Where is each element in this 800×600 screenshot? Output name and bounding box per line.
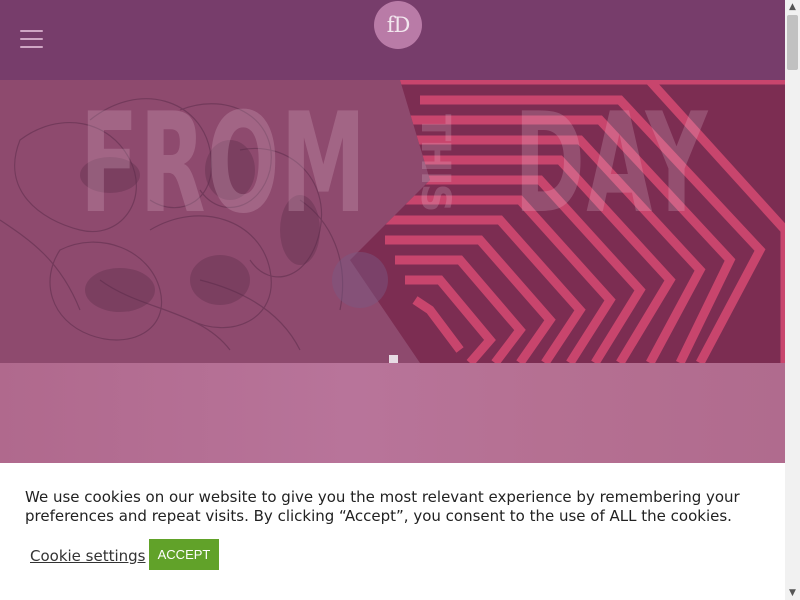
site-header: fD xyxy=(0,0,785,80)
cookie-consent-bar: We use cookies on our website to give yo… xyxy=(0,463,785,600)
logo-text: fD xyxy=(386,13,411,37)
cookie-notice-text: We use cookies on our website to give yo… xyxy=(25,488,740,525)
menu-bar xyxy=(20,30,43,32)
menu-bar xyxy=(20,46,43,48)
content-band xyxy=(0,363,785,463)
scrollbar-thumb[interactable] xyxy=(787,15,798,70)
site-logo[interactable]: fD xyxy=(374,1,422,49)
page: fD FROM THIS DAY We use cookies on our w… xyxy=(0,0,785,600)
hamburger-menu-icon[interactable] xyxy=(20,30,43,50)
menu-bar xyxy=(20,38,43,40)
hero-title-vertical: THIS xyxy=(412,114,458,211)
vertical-scrollbar[interactable]: ▲ ▼ xyxy=(785,0,800,600)
loading-bars-icon xyxy=(363,355,425,363)
hero-title-left: FROM xyxy=(80,83,368,244)
cookie-settings-link[interactable]: Cookie settings xyxy=(30,547,146,565)
hero-title-right: DAY xyxy=(514,83,709,244)
hero-banner: FROM THIS DAY xyxy=(0,80,785,363)
loader-bar xyxy=(389,355,398,363)
scroll-up-arrow-icon[interactable]: ▲ xyxy=(785,0,800,14)
scroll-down-arrow-icon[interactable]: ▼ xyxy=(785,586,800,600)
accept-cookies-button[interactable]: ACCEPT xyxy=(149,539,219,570)
